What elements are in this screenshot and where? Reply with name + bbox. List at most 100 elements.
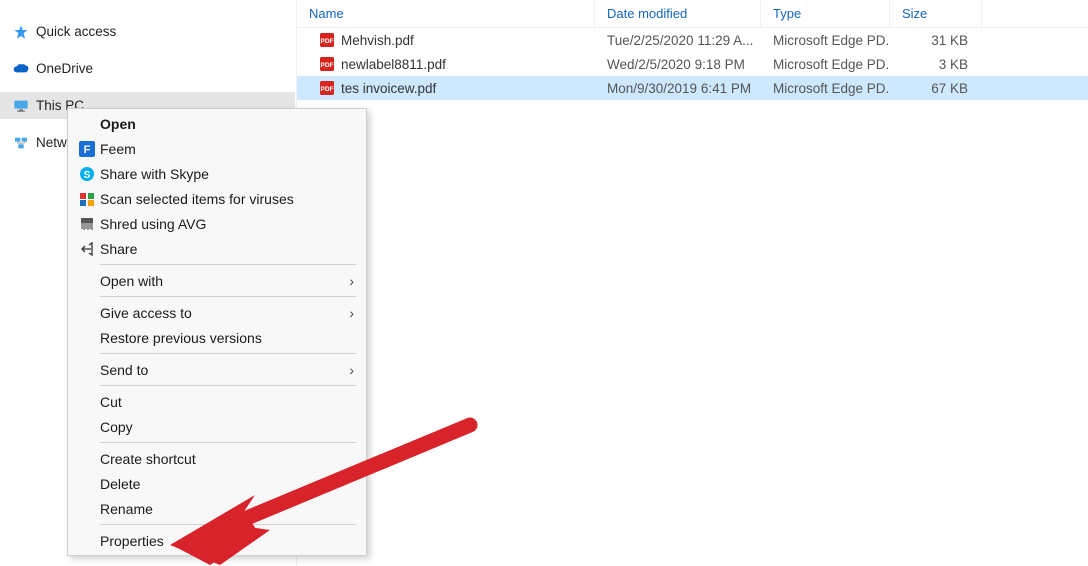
ctx-delete[interactable]: Delete	[68, 471, 366, 496]
file-type: Microsoft Edge PD...	[761, 57, 890, 72]
ctx-rename[interactable]: Rename	[68, 496, 366, 521]
file-row[interactable]: PDF newlabel8811.pdf Wed/2/5/2020 9:18 PMM…	[297, 52, 1088, 76]
header-size-label: Size	[902, 6, 927, 21]
file-type: Microsoft Edge PD...	[761, 81, 890, 96]
svg-text:F: F	[84, 144, 91, 156]
pdf-icon: PDF	[319, 32, 335, 48]
context-menu: Open F Feem S Share with Skype Scan sele…	[67, 108, 367, 556]
ctx-cut[interactable]: Cut	[68, 389, 366, 414]
header-date[interactable]: Date modified	[595, 0, 761, 27]
ctx-label: Give access to	[100, 305, 356, 321]
svg-text:S: S	[84, 170, 91, 181]
ctx-label: Shred using AVG	[100, 216, 356, 232]
file-date: Mon/9/30/2019 6:41 PM	[595, 81, 761, 96]
ctx-copy[interactable]: Copy	[68, 414, 366, 439]
ctx-label: Send to	[100, 362, 356, 378]
nav-label: Quick access	[36, 24, 116, 39]
header-type-label: Type	[773, 6, 801, 21]
separator	[100, 353, 356, 354]
ctx-share-skype[interactable]: S Share with Skype	[68, 161, 366, 186]
blank-icon	[78, 475, 96, 493]
blank-icon	[78, 393, 96, 411]
ctx-share[interactable]: Share	[68, 236, 366, 261]
ctx-label: Copy	[100, 419, 356, 435]
file-name: newlabel8811.pdf	[341, 57, 446, 72]
file-type: Microsoft Edge PD...	[761, 33, 890, 48]
cloud-icon	[12, 60, 30, 78]
ctx-shred[interactable]: Shred using AVG	[68, 211, 366, 236]
ctx-label: Open	[100, 116, 356, 132]
blank-icon	[78, 450, 96, 468]
header-name[interactable]: Name	[297, 0, 595, 27]
skype-icon: S	[78, 165, 96, 183]
ctx-send-to[interactable]: Send to ›	[68, 357, 366, 382]
share-icon	[78, 240, 96, 258]
header-size[interactable]: Size	[890, 0, 982, 27]
antivirus-icon	[78, 190, 96, 208]
blank-icon	[78, 304, 96, 322]
separator	[100, 296, 356, 297]
ctx-scan-viruses[interactable]: Scan selected items for viruses	[68, 186, 366, 211]
header-name-label: Name	[309, 6, 344, 21]
svg-text:PDF: PDF	[321, 38, 334, 45]
svg-text:PDF: PDF	[321, 62, 334, 69]
file-size: 3 KB	[890, 57, 982, 72]
nav-onedrive[interactable]: OneDrive	[0, 55, 295, 82]
separator	[100, 264, 356, 265]
pdf-icon: PDF	[319, 56, 335, 72]
blank-icon	[78, 329, 96, 347]
shred-icon	[78, 215, 96, 233]
file-list-area: Name Date modified Type Size PDF Mehvish.…	[296, 0, 1088, 566]
separator	[100, 385, 356, 386]
blank-icon	[78, 115, 96, 133]
file-row[interactable]: PDF tes invoicew.pdf Mon/9/30/2019 6:41 PM…	[297, 76, 1088, 100]
ctx-label: Restore previous versions	[100, 330, 356, 346]
svg-text:PDF: PDF	[321, 86, 334, 93]
ctx-restore-previous[interactable]: Restore previous versions	[68, 325, 366, 350]
ctx-label: Open with	[100, 273, 356, 289]
ctx-label: Share	[100, 241, 356, 257]
blank-icon	[78, 272, 96, 290]
blank-icon	[78, 500, 96, 518]
ctx-properties[interactable]: Properties	[68, 528, 366, 553]
ctx-feem[interactable]: F Feem	[68, 136, 366, 161]
nav-quick-access[interactable]: Quick access	[0, 18, 295, 45]
file-name: tes invoicew.pdf	[341, 81, 436, 96]
column-headers: Name Date modified Type Size	[297, 0, 1088, 28]
ctx-label: Delete	[100, 476, 356, 492]
file-name: Mehvish.pdf	[341, 33, 414, 48]
file-size: 31 KB	[890, 33, 982, 48]
blank-icon	[78, 532, 96, 550]
header-type[interactable]: Type	[761, 0, 890, 27]
file-size: 67 KB	[890, 81, 982, 96]
ctx-label: Create shortcut	[100, 451, 356, 467]
ctx-create-shortcut[interactable]: Create shortcut	[68, 446, 366, 471]
ctx-label: Share with Skype	[100, 166, 356, 182]
chevron-right-icon: ›	[349, 305, 354, 321]
pc-icon	[12, 97, 30, 115]
file-date: Tue/2/25/2020 11:29 A...	[595, 33, 761, 48]
ctx-open-with[interactable]: Open with ›	[68, 268, 366, 293]
chevron-right-icon: ›	[349, 273, 354, 289]
blank-icon	[78, 418, 96, 436]
ctx-open[interactable]: Open	[68, 111, 366, 136]
blank-icon	[78, 361, 96, 379]
file-date: Wed/2/5/2020 9:18 PM	[595, 57, 761, 72]
ctx-label: Properties	[100, 533, 356, 549]
feem-icon: F	[78, 140, 96, 158]
header-date-label: Date modified	[607, 6, 687, 21]
ctx-label: Feem	[100, 141, 356, 157]
pdf-icon: PDF	[319, 80, 335, 96]
star-icon	[12, 23, 30, 41]
nav-label: Netw	[36, 135, 67, 150]
file-row[interactable]: PDF Mehvish.pdf Tue/2/25/2020 11:29 A...Mi…	[297, 28, 1088, 52]
ctx-label: Rename	[100, 501, 356, 517]
separator	[100, 524, 356, 525]
chevron-right-icon: ›	[349, 362, 354, 378]
ctx-label: Cut	[100, 394, 356, 410]
nav-label: OneDrive	[36, 61, 93, 76]
ctx-give-access[interactable]: Give access to ›	[68, 300, 366, 325]
separator	[100, 442, 356, 443]
ctx-label: Scan selected items for viruses	[100, 191, 356, 207]
network-icon	[12, 134, 30, 152]
